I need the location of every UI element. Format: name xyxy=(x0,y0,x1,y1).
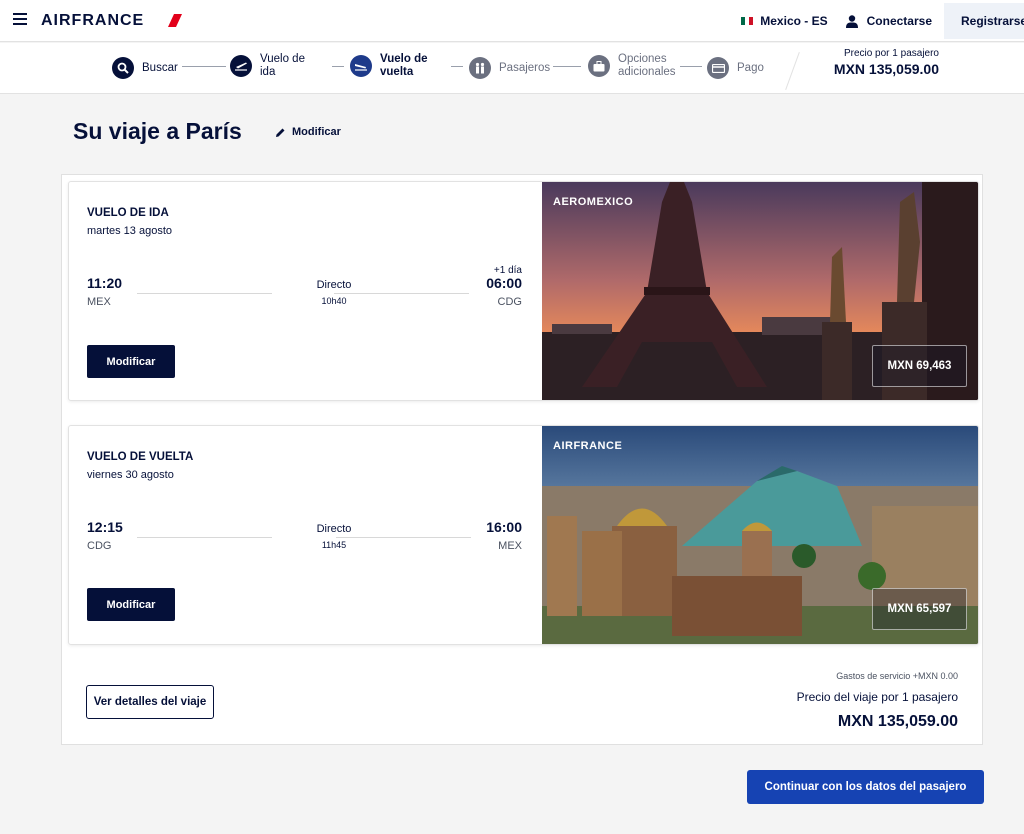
step-pasajeros[interactable]: Pasajeros xyxy=(469,57,550,79)
arrival-airport: MEX xyxy=(498,540,522,552)
step-label: Pago xyxy=(737,61,764,74)
stepper-price: Precio por 1 pasajero MXN 135,059.00 xyxy=(834,48,939,77)
booking-stepper: Buscar Vuelo de ida Vuelo de vuelta Pasa… xyxy=(0,43,1024,94)
step-connector xyxy=(680,66,702,67)
modify-trip-link[interactable]: Modificar xyxy=(275,126,341,138)
airfrance-logo[interactable]: AIRFRANCE xyxy=(41,12,144,30)
flight-duration: 10h40 xyxy=(321,296,347,306)
step-connector xyxy=(332,66,344,67)
register-button[interactable]: Registrarse xyxy=(944,3,1024,39)
step-label: Pasajeros xyxy=(499,61,551,74)
continue-button[interactable]: Continuar con los datos del pasajero xyxy=(747,770,984,804)
step-label: Buscar xyxy=(142,61,178,74)
route-line xyxy=(336,537,471,538)
step-pago[interactable]: Pago xyxy=(707,57,764,79)
passengers-icon xyxy=(469,57,491,79)
outbound-title: VUELO DE IDA xyxy=(87,207,169,219)
inbound-price: MXN 65,597 xyxy=(872,588,967,630)
carrier-logo: AIRFRANCE xyxy=(553,440,623,452)
airfrance-logo-slash-icon xyxy=(168,14,182,27)
modify-trip-label: Modificar xyxy=(292,126,341,138)
step-vuelo-vuelta[interactable]: Vuelo de vuelta xyxy=(350,53,432,79)
language-selector[interactable]: Mexico - ES xyxy=(741,14,828,28)
inbound-title: VUELO DE VUELTA xyxy=(87,451,194,463)
price-per-passenger-label: Precio por 1 pasajero xyxy=(843,48,939,59)
price-per-passenger-value: MXN 135,059.00 xyxy=(833,61,939,77)
login-button[interactable]: Conectarse xyxy=(845,14,932,28)
menu-icon[interactable] xyxy=(13,13,27,25)
step-connector xyxy=(451,66,463,67)
departure-time: 12:15 xyxy=(87,519,123,535)
plane-landing-icon xyxy=(350,55,372,77)
register-label: Registrarse xyxy=(961,14,1024,28)
inbound-flight-card: VUELO DE VUELTA viernes 30 agosto 12:15 … xyxy=(68,425,979,645)
departure-airport: MEX xyxy=(87,296,111,308)
departure-time: 11:20 xyxy=(87,275,123,291)
trip-summary-panel: VUELO DE IDA martes 13 agosto 11:20 MEX … xyxy=(61,174,983,745)
route-line xyxy=(137,537,272,538)
suitcase-icon xyxy=(588,55,610,77)
service-fees: Gastos de servicio +MXN 0.00 xyxy=(836,671,958,681)
arrival-time: 06:00 xyxy=(486,275,522,291)
outbound-flight-card: VUELO DE IDA martes 13 agosto 11:20 MEX … xyxy=(68,181,979,401)
inbound-date: viernes 30 agosto xyxy=(87,469,174,481)
trip-price-value: MXN 135,059.00 xyxy=(837,713,958,730)
step-buscar[interactable]: Buscar xyxy=(112,57,178,79)
step-label: Opciones adicionales xyxy=(618,53,676,78)
step-connector xyxy=(182,66,226,67)
arrival-airport: CDG xyxy=(497,296,522,308)
trip-details-button[interactable]: Ver detalles del viaje xyxy=(86,685,214,719)
language-label: Mexico - ES xyxy=(760,14,828,28)
route-type: Directo xyxy=(316,279,352,291)
page-title: Su viaje a París xyxy=(73,118,242,144)
modify-outbound-button[interactable]: Modificar xyxy=(87,345,175,378)
departure-airport: CDG xyxy=(87,540,112,552)
carrier-logo: AEROMEXICO xyxy=(553,196,634,208)
step-connector xyxy=(553,66,581,67)
step-opciones[interactable]: Opciones adicionales xyxy=(588,53,680,79)
top-header: AIRFRANCE Mexico - ES Conectarse Registr… xyxy=(0,0,1024,42)
arrival-time: 16:00 xyxy=(486,519,522,535)
flight-duration: 11h45 xyxy=(321,540,347,550)
mexico-flag-icon xyxy=(741,17,754,25)
pencil-icon xyxy=(276,128,285,137)
trip-price-label: Precio del viaje por 1 pasajero xyxy=(796,690,958,704)
card-icon xyxy=(707,57,729,79)
stepper-divider xyxy=(785,52,800,90)
search-icon xyxy=(112,57,134,79)
outbound-price: MXN 69,463 xyxy=(872,345,967,387)
route-line xyxy=(137,293,272,294)
step-label: Vuelo de vuelta xyxy=(380,53,428,78)
step-vuelo-ida[interactable]: Vuelo de ida xyxy=(230,53,312,79)
user-icon xyxy=(845,14,858,28)
route-type: Directo xyxy=(316,523,352,535)
step-label: Vuelo de ida xyxy=(260,53,305,78)
plane-takeoff-icon xyxy=(230,55,252,77)
login-label: Conectarse xyxy=(866,14,932,28)
outbound-date: martes 13 agosto xyxy=(87,225,172,237)
route-line xyxy=(334,293,469,294)
modify-inbound-button[interactable]: Modificar xyxy=(87,588,175,621)
